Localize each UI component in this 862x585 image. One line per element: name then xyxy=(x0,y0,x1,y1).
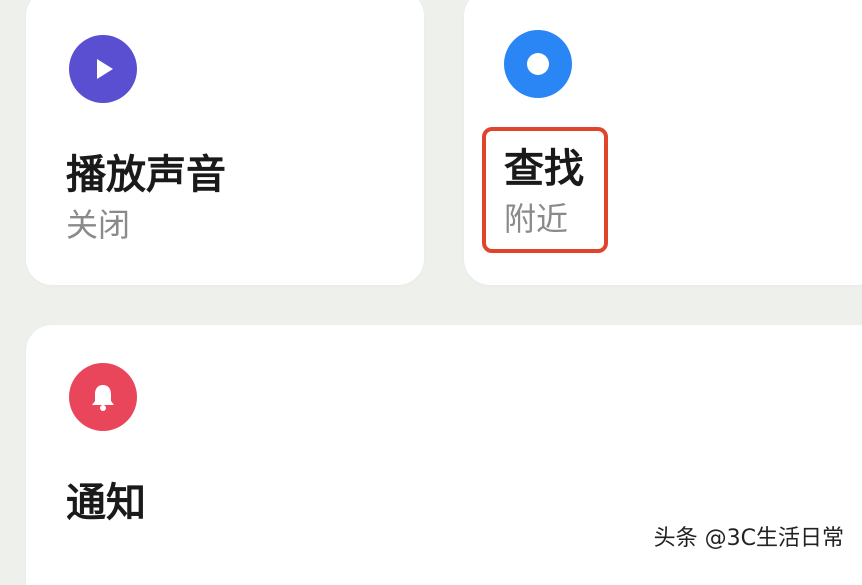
notifications-title: 通知 xyxy=(66,480,146,526)
watermark: 头条 @3C生活日常 xyxy=(653,526,844,551)
play-sound-tile[interactable]: 播放声音 关闭 xyxy=(26,0,424,285)
highlight-box xyxy=(482,127,608,253)
play-sound-status: 关闭 xyxy=(66,206,131,244)
locate-dot-icon xyxy=(504,30,572,98)
play-icon xyxy=(69,35,137,103)
play-sound-title: 播放声音 xyxy=(66,152,226,198)
bell-icon xyxy=(69,363,137,431)
